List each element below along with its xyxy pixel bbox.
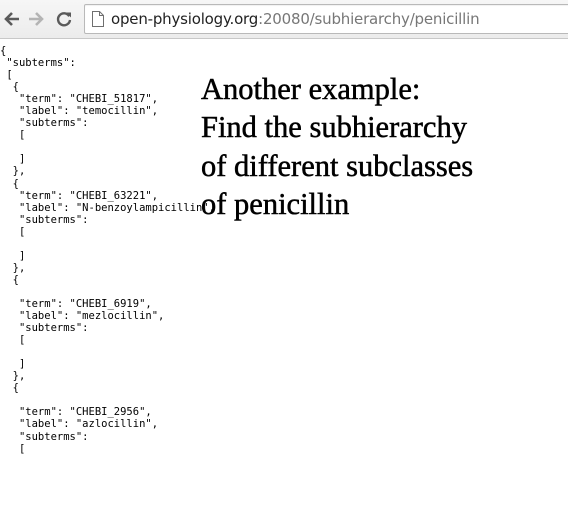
json-line <box>0 286 215 298</box>
json-line: ] <box>0 153 26 166</box>
json-line <box>0 238 215 250</box>
json-line: }, <box>0 370 26 383</box>
json-line: "subterms": <box>0 213 89 226</box>
json-line: "term": "CHEBI_63221", <box>0 189 159 202</box>
json-line: "subterms": <box>0 117 89 130</box>
back-button[interactable] <box>1 8 23 30</box>
json-line: ] <box>0 249 26 262</box>
back-arrow-icon <box>4 12 19 26</box>
json-line: "label": "N-benzoylampicillin", <box>0 201 215 214</box>
browser-toolbar: open-physiology.org:20080/subhierarchy/p… <box>0 0 568 39</box>
json-line: "subterms": <box>0 322 89 335</box>
overlay-line: Find the subhierarchy <box>201 110 467 145</box>
overlay-line: of different subclasses <box>201 148 474 183</box>
page-icon <box>92 11 104 27</box>
json-line: [ <box>0 442 26 455</box>
json-line: { <box>0 81 19 94</box>
json-line: { <box>0 177 19 190</box>
page-content: { "subterms": [ { "term": "CHEBI_51817",… <box>0 39 568 528</box>
json-line: "label": "temocillin", <box>0 105 159 118</box>
url-text: open-physiology.org:20080/subhierarchy/p… <box>111 10 480 28</box>
json-line: "term": "CHEBI_6919", <box>0 297 152 310</box>
overlay-line: of penicillin <box>201 186 350 222</box>
url-path: :20080/subhierarchy/penicillin <box>258 10 480 28</box>
json-line: [ <box>0 129 26 142</box>
forward-arrow-icon <box>29 12 44 26</box>
json-line: [ <box>0 225 26 238</box>
json-line: [ <box>0 69 13 82</box>
json-line: "label": "azlocillin", <box>0 418 159 431</box>
json-line: "term": "CHEBI_2956", <box>0 406 152 419</box>
json-line: { <box>0 273 19 286</box>
overlay-line: Another example: <box>201 72 421 107</box>
json-line <box>0 394 215 406</box>
forward-button[interactable] <box>25 8 47 30</box>
json-line: "subterms": <box>0 430 89 443</box>
json-line <box>0 141 215 153</box>
json-line <box>0 346 215 358</box>
json-line: { <box>0 45 7 57</box>
json-line: "subterms": <box>0 57 76 70</box>
json-line: { <box>0 382 19 395</box>
json-line: [ <box>0 334 26 347</box>
json-line: }, <box>0 261 26 274</box>
json-line: "label": "mezlocillin", <box>0 310 165 323</box>
json-response: { "subterms": [ { "term": "CHEBI_51817",… <box>0 45 215 455</box>
annotation-overlay: Another example: Find the subhierarchy of … <box>201 70 474 223</box>
json-line: }, <box>0 165 26 178</box>
reload-button[interactable] <box>53 8 75 30</box>
json-line: "term": "CHEBI_51817", <box>0 93 159 106</box>
address-bar[interactable]: open-physiology.org:20080/subhierarchy/p… <box>84 4 568 34</box>
reload-icon <box>56 12 72 27</box>
json-line: ] <box>0 358 26 371</box>
url-host: open-physiology.org <box>111 10 259 28</box>
